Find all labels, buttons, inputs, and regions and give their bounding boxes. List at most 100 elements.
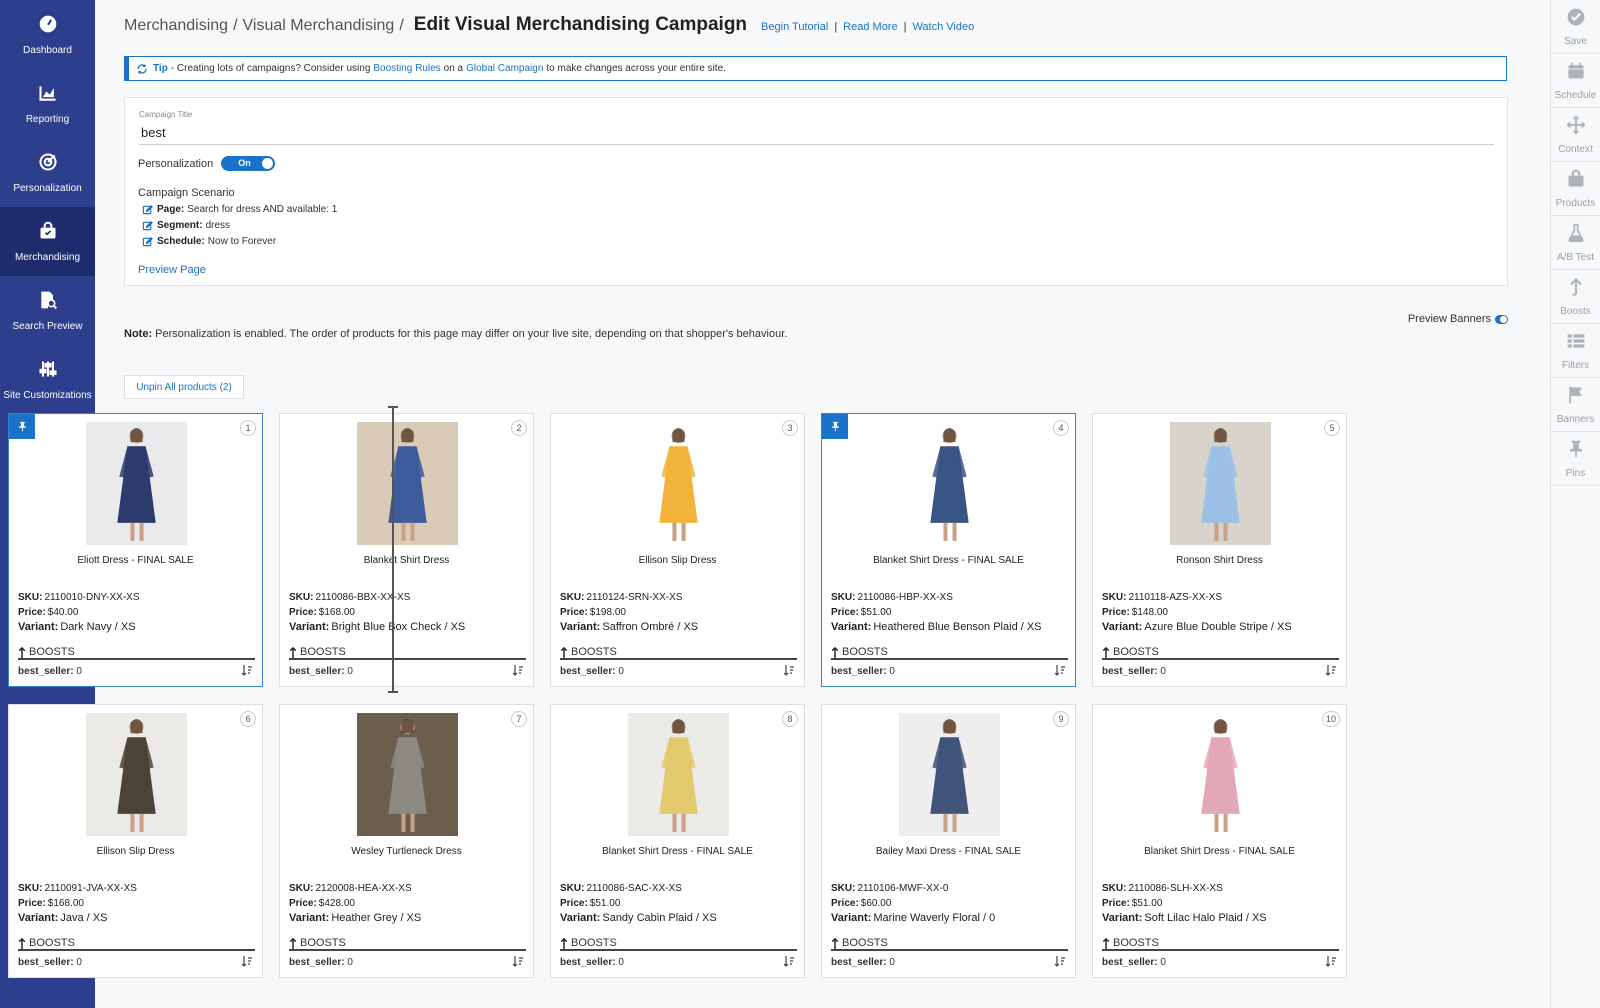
unpin-all-button[interactable]: Unpin All products (2) <box>124 375 244 399</box>
product-price: Price: $168.00 <box>18 898 84 909</box>
pinned-badge[interactable] <box>9 414 35 439</box>
campaign-title-input[interactable] <box>139 123 1494 145</box>
toolbar-a-b-test-button[interactable]: A/B Test <box>1551 216 1600 270</box>
product-sku: SKU: 2110106-MWF-XX-0 <box>831 883 948 894</box>
toolbar-banners-button[interactable]: Banners <box>1551 378 1600 432</box>
best-seller-value: 0 <box>889 957 895 968</box>
sort-icon[interactable] <box>241 664 253 676</box>
sort-icon[interactable] <box>783 955 795 967</box>
toolbar-boosts-button[interactable]: Boosts <box>1551 270 1600 324</box>
product-card[interactable]: 8 Blanket Shirt Dress - FINAL SALE SKU: 211… <box>550 704 805 978</box>
sku-value: 2120008-HEA-XX-XS <box>315 883 412 894</box>
preview-page-link[interactable]: Preview Page <box>138 264 206 276</box>
pin-icon <box>831 421 839 432</box>
position-number: 2 <box>511 420 527 436</box>
boosts-header: BOOSTS <box>831 646 1068 660</box>
best-seller-value: 0 <box>347 957 353 968</box>
toolbar-products-button[interactable]: Products <box>1551 162 1600 216</box>
toolbar-schedule-button[interactable]: Schedule <box>1551 54 1600 108</box>
product-variant: Variant: Heather Grey / XS <box>289 912 421 924</box>
product-card[interactable]: 5 Ronson Shirt Dress SKU: 2110118-AZS-XX-XS… <box>1092 413 1347 687</box>
flask-icon <box>1566 223 1586 252</box>
product-image <box>357 422 458 545</box>
sku-value: 2110118-AZS-XX-XS <box>1128 592 1223 603</box>
product-card[interactable]: 7 Wesley Turtleneck Dress SKU: 2120008-HEA-… <box>279 704 534 978</box>
breadcrumb-visual-merchandising[interactable]: Visual Merchandising <box>243 17 395 35</box>
scenario-segment-row[interactable]: Segment: dress <box>142 220 230 231</box>
product-card[interactable]: 1 Eliott Dress - FINAL SALE SKU: 2110010-DN… <box>8 413 263 687</box>
tip-text: on a <box>443 63 464 74</box>
sort-icon[interactable] <box>512 664 524 676</box>
position-number: 6 <box>240 711 256 727</box>
global-campaign-link[interactable]: Global Campaign <box>466 63 543 74</box>
toolbar-context-button[interactable]: Context <box>1551 108 1600 162</box>
watch-video-link[interactable]: Watch Video <box>912 21 974 33</box>
nav-site-customizations[interactable]: Site Customizations <box>0 345 95 414</box>
best-seller-score: best_seller: 0 <box>560 666 624 677</box>
toolbar-label: Schedule <box>1554 89 1597 101</box>
product-variant: Variant: Marine Waverly Floral / 0 <box>831 912 995 924</box>
toolbar-pins-button[interactable]: Pins <box>1551 432 1600 486</box>
product-card[interactable]: 9 Bailey Maxi Dress - FINAL SALE SKU: 21101… <box>821 704 1076 978</box>
boosting-rules-link[interactable]: Boosting Rules <box>373 63 440 74</box>
nav-reporting[interactable]: Reporting <box>0 69 95 138</box>
link-separator: | <box>834 21 838 33</box>
toolbar-filters-button[interactable]: Filters <box>1551 324 1600 378</box>
nav-label: Merchandising <box>14 251 81 263</box>
sku-value: 2110091-JVA-XX-XS <box>44 883 137 894</box>
product-variant: Variant: Heathered Blue Benson Plaid / XS <box>831 621 1042 633</box>
begin-tutorial-link[interactable]: Begin Tutorial <box>761 21 828 33</box>
price-value: $60.00 <box>860 898 892 909</box>
sort-icon[interactable] <box>1325 955 1337 967</box>
variant-value: Saffron Ombré / XS <box>602 621 699 633</box>
product-card[interactable]: 6 Ellison Slip Dress SKU: 2110091-JVA-XX-XS… <box>8 704 263 978</box>
sku-label: SKU: <box>18 883 43 894</box>
sliders-icon <box>38 359 58 390</box>
scenario-page-row[interactable]: Page: Search for dress AND available: 1 <box>142 204 337 215</box>
personalization-row: Personalization On <box>138 156 276 171</box>
price-label: Price: <box>560 607 588 618</box>
product-card[interactable]: 10 Blanket Shirt Dress - FINAL SALE SKU: 21… <box>1092 704 1347 978</box>
sku-label: SKU: <box>1102 592 1127 603</box>
sort-icon[interactable] <box>783 664 795 676</box>
breadcrumb-merchandising[interactable]: Merchandising <box>124 17 228 35</box>
product-card[interactable]: 4 Blanket Shirt Dress - FINAL SALE SKU: 211… <box>821 413 1076 687</box>
price-value: $40.00 <box>47 607 79 618</box>
sort-icon[interactable] <box>1325 664 1337 676</box>
sort-icon[interactable] <box>1054 664 1066 676</box>
sort-icon[interactable] <box>1054 955 1066 967</box>
product-name: Bailey Maxi Dress - FINAL SALE <box>875 846 1022 857</box>
product-image <box>628 713 729 836</box>
sort-icon[interactable] <box>512 955 524 967</box>
variant-value: Marine Waverly Floral / 0 <box>873 912 996 924</box>
variant-label: Variant: <box>831 912 872 924</box>
toolbar-label: Products <box>1555 197 1596 209</box>
boosts-label: BOOSTS <box>1113 937 1159 949</box>
personalization-toggle[interactable]: On <box>221 156 276 171</box>
product-card[interactable]: 2 Blanket Shirt Dress SKU: 2110086-BBX-XX-X… <box>279 413 534 687</box>
nav-merchandising[interactable]: Merchandising <box>0 207 95 276</box>
boosts-header: BOOSTS <box>831 937 1068 951</box>
product-image <box>357 713 458 836</box>
toolbar-label: Save <box>1564 35 1587 47</box>
sort-icon[interactable] <box>241 955 253 967</box>
toolbar-save-button[interactable]: Save <box>1551 0 1600 54</box>
page-header: Merchandising / Visual Merchandising / E… <box>124 14 974 36</box>
scenario-schedule-row[interactable]: Schedule: Now to Forever <box>142 236 276 247</box>
position-number: 7 <box>511 711 527 727</box>
nav-search-preview[interactable]: Search Preview <box>0 276 95 345</box>
calendar-icon <box>1566 61 1586 90</box>
nav-personalization[interactable]: Personalization <box>0 138 95 207</box>
boost-arrow-icon <box>1102 937 1110 949</box>
variant-value: Azure Blue Double Stripe / XS <box>1144 621 1292 633</box>
product-variant: Variant: Azure Blue Double Stripe / XS <box>1102 621 1292 633</box>
nav-dashboard[interactable]: Dashboard <box>0 0 95 69</box>
shopping-bag-icon <box>38 221 58 252</box>
price-value: $51.00 <box>860 607 892 618</box>
preview-banners-toggle[interactable] <box>1495 314 1508 324</box>
sku-label: SKU: <box>18 592 43 603</box>
price-label: Price: <box>18 607 46 618</box>
read-more-link[interactable]: Read More <box>843 21 897 33</box>
product-card[interactable]: 3 Ellison Slip Dress SKU: 2110124-SRN-XX-XS… <box>550 413 805 687</box>
pinned-badge[interactable] <box>822 414 848 439</box>
